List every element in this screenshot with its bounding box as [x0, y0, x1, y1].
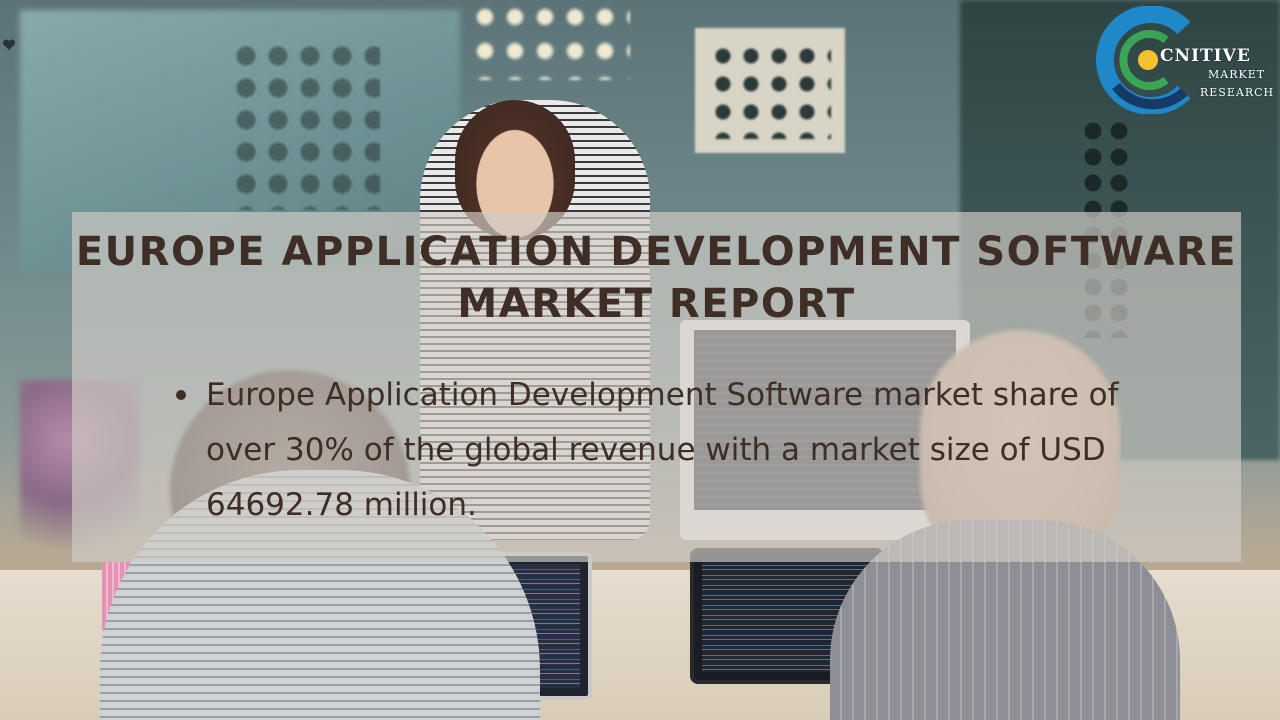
logo-wordmark: CNITIVE — [1160, 46, 1251, 66]
heart-icon — [2, 39, 16, 50]
bullet-dot-icon — [176, 390, 186, 400]
background-dot-board — [695, 28, 845, 153]
list-item: Europe Application Development Software … — [170, 368, 1170, 533]
background-dot-decal — [230, 40, 380, 210]
company-logo: CNITIVE MARKET RESEARCH — [1096, 6, 1274, 114]
key-points-list: Europe Application Development Software … — [170, 368, 1170, 533]
report-title: EUROPE APPLICATION DEVELOPMENT SOFTWARE … — [75, 229, 1238, 327]
background-pendant-lights — [470, 0, 630, 80]
logo-subtitle-research: RESEARCH — [1200, 86, 1275, 99]
text-overlay-card: EUROPE APPLICATION DEVELOPMENT SOFTWARE … — [72, 212, 1241, 562]
logo-subtitle-market: MARKET — [1208, 68, 1266, 81]
bullet-text: Europe Application Development Software … — [206, 377, 1119, 523]
